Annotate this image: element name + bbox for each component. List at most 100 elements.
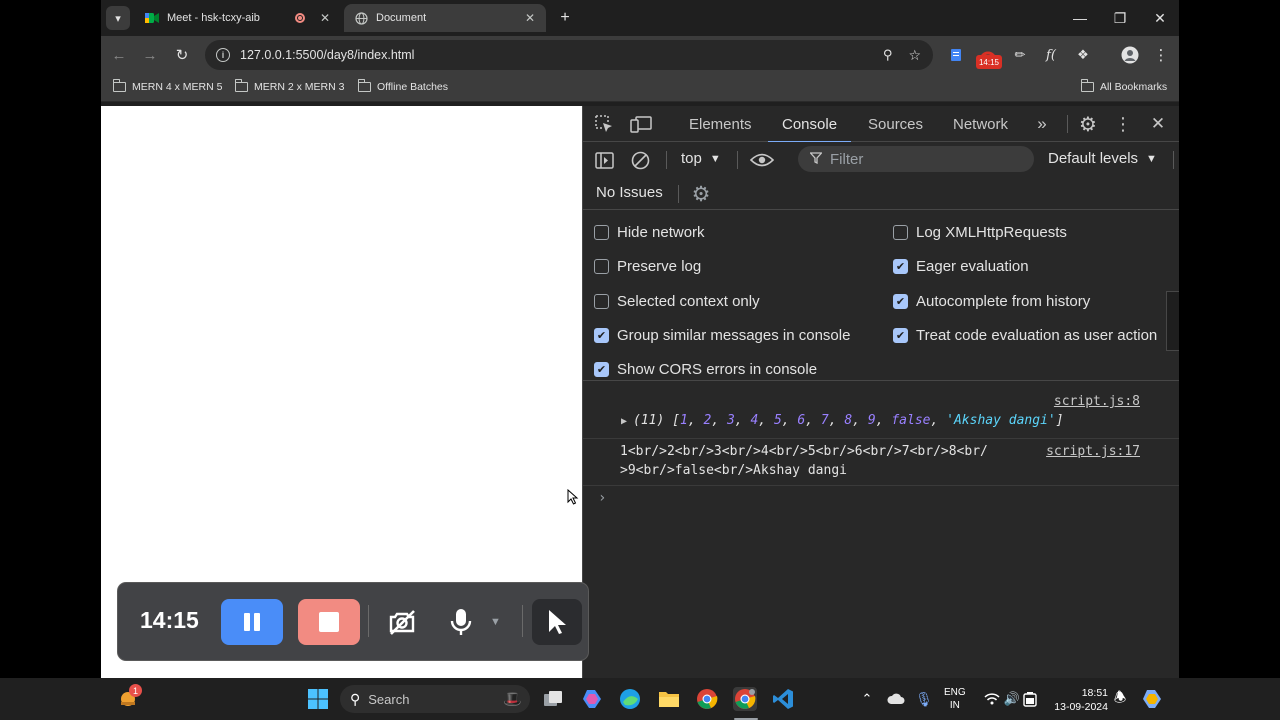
bookmark-star-icon[interactable]: ☆	[908, 47, 921, 64]
site-info-icon[interactable]: i	[216, 48, 230, 62]
expand-triangle-icon[interactable]: ▶	[621, 416, 627, 427]
taskbar-search[interactable]: ⚲ Search 🎩	[340, 685, 530, 713]
tab-search-icon[interactable]: ▾	[106, 6, 130, 30]
console-settings-gear-icon[interactable]: ⚙	[689, 182, 713, 206]
checkbox-checked[interactable]: ✔	[893, 328, 908, 343]
menu-kebab-icon[interactable]: ⋮	[1152, 46, 1170, 64]
windows-start-icon[interactable]	[306, 687, 330, 711]
option-group-similar[interactable]: ✔ Group similar messages in console	[594, 327, 850, 344]
bookmark-folder[interactable]: Offline Batches	[357, 79, 448, 93]
option-cors-errors[interactable]: ✔ Show CORS errors in console	[594, 361, 817, 378]
console-filter[interactable]	[798, 146, 1034, 172]
camera-toggle-button[interactable]	[372, 599, 432, 645]
extension-doc-icon[interactable]	[947, 46, 965, 64]
bookmark-folder[interactable]: MERN 2 x MERN 3	[234, 79, 344, 93]
option-user-action[interactable]: ✔ Treat code evaluation as user action	[893, 327, 1157, 344]
checkbox[interactable]	[893, 225, 908, 240]
browser-toolbar: ← → ↻ i 127.0.0.1:5500/day8/index.html ⚲…	[101, 36, 1179, 74]
source-link[interactable]: script.js:17	[1046, 444, 1140, 459]
function-icon[interactable]: f(	[1042, 46, 1060, 64]
camera-off-icon	[389, 610, 415, 635]
notification-bell-icon[interactable]: 🕭	[1108, 687, 1132, 711]
minimize-icon[interactable]: —	[1070, 8, 1090, 28]
checkbox-checked[interactable]: ✔	[594, 328, 609, 343]
show-hidden-icons-icon[interactable]: ⌃	[855, 687, 879, 711]
reload-icon[interactable]: ↻	[173, 46, 191, 64]
sidebar-toggle-icon[interactable]	[593, 149, 615, 171]
issues-counter[interactable]: No Issues	[596, 184, 663, 201]
devtools-tab-console[interactable]: Console	[767, 106, 852, 143]
context-selector[interactable]: top ▼	[681, 150, 721, 167]
mic-tray-icon[interactable]: 🎙	[912, 687, 936, 711]
devtools-tab-network[interactable]: Network	[953, 106, 1008, 142]
live-expression-eye-icon[interactable]	[749, 149, 775, 171]
file-explorer-icon[interactable]	[657, 687, 681, 711]
array-item: 4	[750, 413, 759, 428]
language-indicator[interactable]: ENG IN	[944, 686, 966, 712]
checkbox[interactable]	[594, 259, 609, 274]
option-autocomplete[interactable]: ✔ Autocomplete from history	[893, 293, 1090, 310]
cursor-icon	[549, 610, 566, 634]
battery-icon[interactable]	[1018, 687, 1042, 711]
restore-icon[interactable]: ❐	[1110, 8, 1130, 28]
checkbox-checked[interactable]: ✔	[893, 294, 908, 309]
checkbox[interactable]	[594, 294, 609, 309]
console-array-message[interactable]: ▶ (11) [1, 2, 3, 4, 5, 6, 7, 8, 9, false,…	[621, 413, 1064, 428]
copilot-icon[interactable]	[580, 687, 604, 711]
chrome-dev-icon[interactable]	[733, 687, 757, 711]
stop-button[interactable]	[298, 599, 360, 645]
new-tab-icon[interactable]: +	[555, 8, 575, 28]
option-label: Autocomplete from history	[916, 293, 1091, 310]
checkbox-checked[interactable]: ✔	[594, 362, 609, 377]
device-toggle-icon[interactable]	[629, 113, 653, 135]
close-tab-icon[interactable]: ✕	[522, 10, 538, 26]
copilot-tray-icon[interactable]	[1140, 687, 1164, 711]
chrome-icon[interactable]	[695, 687, 719, 711]
tab-document[interactable]: Document ✕	[344, 4, 546, 32]
source-link[interactable]: script.js:8	[1054, 394, 1140, 409]
option-label: Hide network	[617, 224, 705, 241]
array-item: 5	[773, 413, 782, 428]
extensions-icon[interactable]: ❖	[1074, 46, 1092, 64]
more-tabs-icon[interactable]: »	[1031, 113, 1053, 135]
checkbox-checked[interactable]: ✔	[893, 259, 908, 274]
task-view-icon[interactable]	[541, 687, 565, 711]
devtools-tab-sources[interactable]: Sources	[868, 106, 923, 142]
option-selected-context[interactable]: Selected context only	[594, 293, 760, 310]
bookmark-folder[interactable]: MERN 4 x MERN 5	[112, 79, 222, 93]
clock[interactable]: 18:51 13-09-2024	[1046, 686, 1108, 714]
console-prompt-icon[interactable]: ›	[598, 490, 606, 506]
checkbox[interactable]	[594, 225, 609, 240]
devtools-tab-elements[interactable]: Elements	[689, 106, 752, 142]
address-bar[interactable]: i 127.0.0.1:5500/day8/index.html ⚲ ☆	[205, 40, 933, 70]
inspect-element-icon[interactable]	[593, 113, 615, 135]
settings-gear-icon[interactable]: ⚙	[1076, 112, 1100, 136]
option-hide-network[interactable]: Hide network	[594, 224, 705, 241]
clear-console-icon[interactable]	[629, 149, 651, 171]
all-bookmarks[interactable]: All Bookmarks	[1080, 79, 1167, 93]
back-icon[interactable]: ←	[110, 46, 128, 64]
filter-input[interactable]	[830, 150, 1010, 168]
tab-meet[interactable]: Meet - hsk-tcxy-aib ✕	[135, 4, 341, 32]
cursor-tool-button[interactable]	[532, 599, 582, 645]
folder-icon	[357, 79, 371, 92]
screen-recorder-bar: 14:15 ▼	[118, 583, 588, 660]
option-log-xhr[interactable]: Log XMLHttpRequests	[893, 224, 1067, 241]
close-window-icon[interactable]: ✕	[1150, 8, 1170, 28]
profile-avatar-icon[interactable]	[1121, 46, 1139, 64]
onedrive-cloud-icon[interactable]	[884, 687, 908, 711]
eyedropper-icon[interactable]: ✏	[1011, 46, 1029, 64]
close-devtools-icon[interactable]: ✕	[1147, 112, 1169, 136]
more-options-icon[interactable]: ⋮	[1113, 112, 1133, 136]
mic-dropdown-icon[interactable]: ▼	[490, 616, 501, 628]
log-levels-dropdown[interactable]: Default levels ▼	[1048, 150, 1157, 167]
option-eager-eval[interactable]: ✔ Eager evaluation	[893, 258, 1029, 275]
vscode-icon[interactable]	[771, 687, 795, 711]
option-preserve-log[interactable]: Preserve log	[594, 258, 701, 275]
microphone-button[interactable]	[436, 599, 486, 645]
close-tab-icon[interactable]: ✕	[317, 10, 333, 26]
pause-button[interactable]	[221, 599, 283, 645]
zoom-icon[interactable]: ⚲	[883, 47, 893, 63]
edge-browser-icon[interactable]	[618, 687, 642, 711]
forward-icon[interactable]: →	[141, 46, 159, 64]
